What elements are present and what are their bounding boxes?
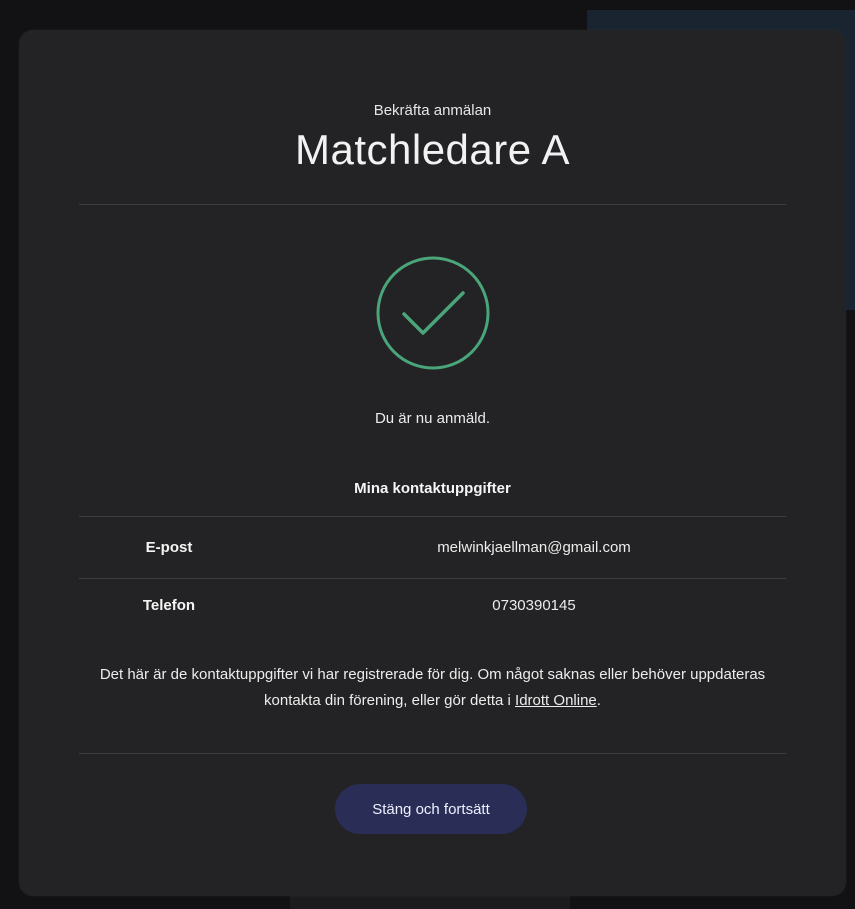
divider bbox=[79, 204, 786, 205]
email-value: melwinkjaellman@gmail.com bbox=[437, 539, 631, 556]
divider bbox=[79, 578, 786, 579]
confirmation-modal: Bekräfta anmälan Matchledare A Du är nu … bbox=[19, 30, 846, 896]
idrott-online-link[interactable]: Idrott Online bbox=[515, 692, 597, 709]
email-label: E-post bbox=[145, 539, 193, 556]
divider bbox=[79, 516, 786, 517]
divider bbox=[79, 753, 786, 754]
contact-heading: Mina kontaktuppgifter bbox=[354, 480, 511, 497]
modal-title: Matchledare A bbox=[295, 126, 570, 173]
phone-value: 0730390145 bbox=[492, 597, 576, 614]
modal-subtitle: Bekräfta anmälan bbox=[373, 102, 492, 119]
info-text-end: . bbox=[596, 692, 601, 709]
phone-label: Telefon bbox=[142, 597, 196, 614]
success-message: Du är nu anmäld. bbox=[374, 410, 491, 427]
check-circle-icon bbox=[376, 256, 490, 370]
info-text-body: Det här är de kontaktuppgifter vi har re… bbox=[99, 666, 766, 709]
close-and-continue-button[interactable]: Stäng och fortsätt bbox=[335, 784, 527, 834]
info-text: Det här är de kontaktuppgifter vi har re… bbox=[79, 662, 786, 714]
